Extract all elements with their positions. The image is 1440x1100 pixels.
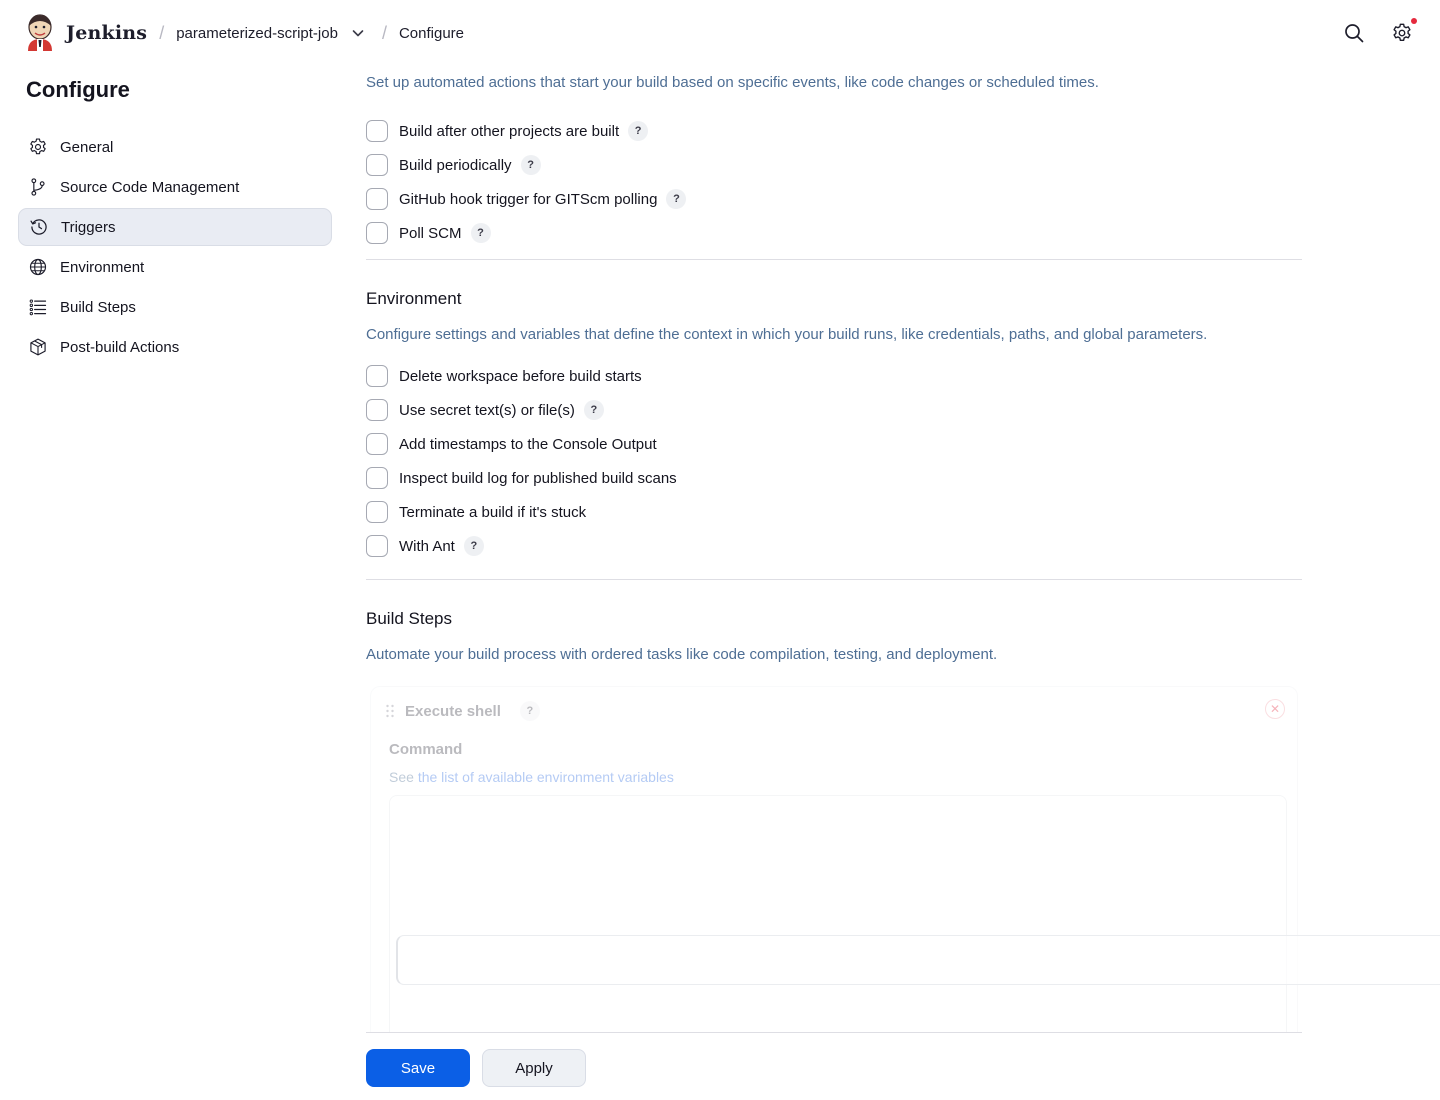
- help-button[interactable]: ?: [520, 155, 541, 175]
- help-button[interactable]: ?: [463, 536, 484, 556]
- checkbox[interactable]: [366, 399, 388, 421]
- environment-title: Environment: [366, 289, 462, 308]
- checkbox[interactable]: [366, 120, 388, 142]
- job-dropdown-button[interactable]: [346, 21, 370, 45]
- gear-icon: [1393, 23, 1411, 42]
- environment-option: With Ant ?: [366, 529, 1302, 563]
- jenkins-logo-icon: [28, 14, 52, 51]
- sidebar-item-post-build-actions[interactable]: Post-build Actions: [18, 328, 332, 366]
- sidebar-item-environment[interactable]: Environment: [18, 248, 332, 286]
- save-button[interactable]: Save: [366, 1049, 470, 1087]
- search-button[interactable]: [1342, 21, 1366, 45]
- search-icon: [1345, 24, 1364, 43]
- trigger-option: GitHub hook trigger for GITScm polling ?: [366, 182, 1302, 216]
- clock-icon: [30, 219, 47, 235]
- command-textarea[interactable]: [389, 795, 1287, 1047]
- breadcrumb-separator: /: [159, 22, 165, 43]
- notification-dot: [1411, 18, 1417, 24]
- apply-button[interactable]: Apply: [482, 1049, 586, 1087]
- environment-option: Add timestamps to the Console Output: [366, 427, 1302, 461]
- checkbox-label[interactable]: GitHub hook trigger for GITScm polling: [399, 191, 657, 208]
- sidebar-item-label: Triggers: [61, 218, 116, 236]
- checkbox[interactable]: [366, 188, 388, 210]
- checkbox[interactable]: [366, 433, 388, 455]
- sidebar-item-label: Build Steps: [60, 298, 136, 316]
- build-steps-description: Automate your build process with ordered…: [366, 646, 998, 663]
- env-vars-note: See the list of available environment va…: [389, 769, 674, 785]
- breadcrumb-job[interactable]: parameterized-script-job: [176, 25, 338, 42]
- command-label: Command: [389, 741, 463, 758]
- help-button[interactable]: ?: [628, 121, 649, 141]
- branch-icon: [31, 178, 45, 196]
- brand-name: Jenkins: [66, 22, 148, 44]
- environment-section: Environment Configure settings and varia…: [366, 288, 1302, 563]
- checkbox-label[interactable]: Delete workspace before build starts: [399, 368, 642, 385]
- sidebar-item-label: General: [60, 138, 114, 156]
- checkbox-label[interactable]: Poll SCM: [399, 225, 462, 242]
- list-icon: [29, 299, 47, 316]
- environment-option: Use secret text(s) or file(s) ?: [366, 393, 1302, 427]
- trigger-option: Build periodically ?: [366, 148, 1302, 182]
- checkbox[interactable]: [366, 535, 388, 557]
- breadcrumb-configure[interactable]: Configure: [399, 25, 464, 42]
- triggers-description: Set up automated actions that start your…: [366, 74, 1099, 91]
- help-button[interactable]: ?: [519, 701, 540, 721]
- jenkins-home-link[interactable]: Jenkins: [24, 14, 147, 52]
- help-button[interactable]: ?: [470, 223, 491, 243]
- trigger-option: Build after other projects are built ?: [366, 114, 1302, 148]
- checkbox[interactable]: [366, 154, 388, 176]
- manage-jenkins-button[interactable]: [1390, 18, 1417, 45]
- sidebar-item-source-code-management[interactable]: Source Code Management: [18, 168, 332, 206]
- top-header: Jenkins / parameterized-script-job / Con…: [0, 0, 1440, 66]
- checkbox-label[interactable]: With Ant: [399, 538, 455, 555]
- checkbox-label[interactable]: Terminate a build if it's stuck: [399, 504, 586, 521]
- drag-handle-icon[interactable]: [385, 704, 395, 718]
- sidebar-item-general[interactable]: General: [18, 128, 332, 166]
- sidebar-item-triggers[interactable]: Triggers: [18, 208, 332, 246]
- checkbox[interactable]: [366, 467, 388, 489]
- checkbox-label[interactable]: Add timestamps to the Console Output: [399, 436, 657, 453]
- checkbox[interactable]: [366, 501, 388, 523]
- close-icon[interactable]: ✕: [1265, 699, 1285, 719]
- package-icon: [30, 338, 46, 356]
- step-name: Execute shell: [405, 702, 501, 720]
- sidebar: Configure General Source Code Management…: [18, 70, 332, 368]
- help-button[interactable]: ?: [666, 189, 687, 209]
- environment-option: Terminate a build if it's stuck: [366, 495, 1302, 529]
- checkbox-label[interactable]: Build periodically: [399, 157, 512, 174]
- breadcrumb-separator: /: [381, 22, 387, 43]
- header-actions: [1342, 0, 1417, 66]
- environment-option: Inspect build log for published build sc…: [366, 461, 1302, 495]
- build-steps-title: Build Steps: [366, 609, 452, 628]
- sidebar-item-label: Post-build Actions: [60, 338, 180, 356]
- help-button[interactable]: ?: [583, 400, 604, 420]
- checkbox[interactable]: [366, 365, 388, 387]
- bottom-action-bar: Save Apply: [366, 1032, 1302, 1100]
- execute-shell-step: Execute shell ? ✕ Command See the list o…: [370, 686, 1298, 1047]
- globe-icon: [29, 258, 47, 276]
- build-steps-section: Build Steps Automate your build process …: [366, 608, 1302, 665]
- gear-icon: [30, 138, 46, 155]
- chevron-down-icon: [352, 30, 364, 37]
- checkbox[interactable]: [366, 222, 388, 244]
- env-vars-note-prefix: See: [389, 769, 418, 785]
- env-vars-link[interactable]: the list of available environment variab…: [418, 769, 674, 785]
- sidebar-item-label: Source Code Management: [60, 178, 240, 196]
- section-divider: [366, 579, 1302, 580]
- environment-option: Delete workspace before build starts: [366, 359, 1302, 393]
- environment-description: Configure settings and variables that de…: [366, 326, 1208, 343]
- checkbox-label[interactable]: Inspect build log for published build sc…: [399, 470, 677, 487]
- trigger-option: Poll SCM ?: [366, 216, 1302, 250]
- sidebar-item-build-steps[interactable]: Build Steps: [18, 288, 332, 326]
- sidebar-item-label: Environment: [60, 258, 145, 276]
- floating-input-field[interactable]: [396, 935, 1440, 985]
- checkbox-label[interactable]: Build after other projects are built: [399, 123, 619, 140]
- step-header: Execute shell ?: [385, 701, 540, 721]
- sidebar-title: Configure: [26, 77, 130, 102]
- section-divider: [366, 259, 1302, 260]
- triggers-section: Set up automated actions that start your…: [366, 73, 1302, 250]
- checkbox-label[interactable]: Use secret text(s) or file(s): [399, 402, 575, 419]
